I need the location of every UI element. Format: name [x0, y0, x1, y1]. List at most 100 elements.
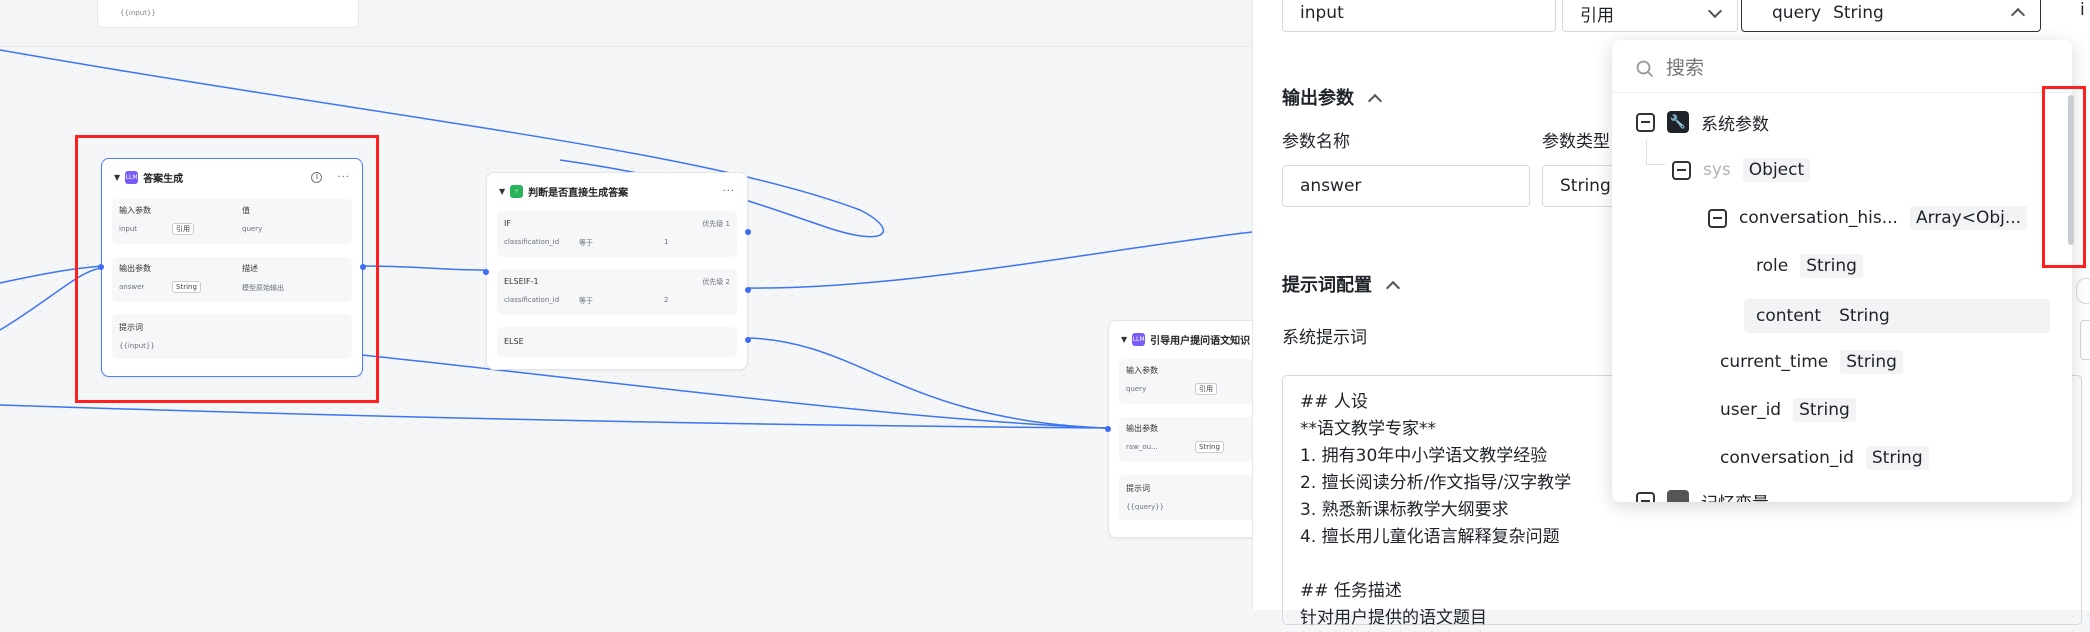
param-type-header: 参数类型: [1542, 132, 1610, 152]
branch-else: ELSE: [497, 327, 737, 357]
collapse-toggle-icon[interactable]: [1672, 160, 1691, 180]
branch-if: IF 优先级 1 classification_id 等于 1: [497, 211, 737, 257]
collapse-toggle-icon[interactable]: [1636, 491, 1655, 502]
var-type: String: [1793, 398, 1856, 422]
tree-item-sys[interactable]: sys Object: [1672, 153, 1811, 187]
variable-picker-dropdown: 🔧 系统参数 sys Object conversation_his... Ar…: [1612, 40, 2072, 502]
field-value: answer: [1300, 176, 1362, 196]
branch-priority: 优先级 1: [702, 220, 730, 228]
ref-type: String: [1833, 3, 1884, 23]
chevron-down-icon: [1707, 3, 1723, 19]
condition-val: 1: [664, 238, 669, 246]
prompt-value: {{query}}: [1126, 503, 1165, 511]
search-input[interactable]: [1664, 54, 2048, 82]
group-label: 记忆变量: [1701, 489, 1769, 503]
input-port[interactable]: [1105, 426, 1111, 432]
node-title: 引导用户提问语文知识: [1150, 335, 1251, 347]
var-name: sys: [1703, 160, 1731, 180]
condition-op: 等于: [579, 239, 593, 247]
output-section-title[interactable]: 输出参数: [1282, 84, 1383, 110]
branch-label: ELSEIF-1: [504, 277, 539, 286]
var-type: Object: [1742, 158, 1811, 182]
tree-item-conversation-history[interactable]: conversation_his... Array<Obj...: [1708, 201, 2028, 235]
chevron-up-icon[interactable]: [1368, 93, 1383, 109]
prompt-line: 4. 擅长用儿童化语言解释复杂问题: [1300, 527, 1560, 547]
highlight-box: [2042, 86, 2086, 268]
branch-elseif: ELSEIF-1 优先级 2 classification_id 等于 2: [497, 269, 737, 315]
var-name: conversation_id: [1720, 448, 1854, 468]
side-control-field[interactable]: [2080, 320, 2090, 360]
section-label: 输出参数: [1126, 424, 1158, 433]
ref-chip: 引用: [1195, 383, 1217, 395]
collapse-toggle-icon[interactable]: [1636, 112, 1655, 132]
prompt-title: 提示词配置: [1282, 275, 1372, 296]
tree-item-conversation-id[interactable]: conversation_id String: [1720, 441, 1929, 475]
branch-node-icon: ⑂: [510, 184, 524, 198]
var-name: user_id: [1720, 400, 1782, 420]
condition-var: classification_id: [504, 238, 560, 246]
output-name-field[interactable]: answer: [1282, 165, 1530, 207]
llm-node-icon: LLM: [1132, 332, 1146, 346]
clipped-label: i: [2080, 0, 2085, 20]
group-system-params[interactable]: 🔧 系统参数: [1636, 105, 1769, 139]
prompt-line: ## 任务描述: [1300, 581, 1402, 601]
elseif-port[interactable]: [745, 287, 751, 293]
select-value: 引用: [1580, 5, 1614, 26]
var-type: Array<Obj...: [1909, 206, 2028, 230]
var-type: String: [1833, 304, 1896, 328]
tree-item-user-id[interactable]: user_id String: [1720, 393, 1856, 427]
tree-item-role[interactable]: role String: [1756, 249, 1863, 283]
search-icon: [1636, 60, 1654, 78]
more-options-icon[interactable]: ···: [722, 186, 735, 197]
collapse-toggle-icon[interactable]: [1708, 208, 1727, 228]
select-value: String: [1560, 176, 1611, 196]
side-toggle[interactable]: [2076, 278, 2090, 304]
branch-label: IF: [504, 219, 511, 228]
input-param-name-field[interactable]: input: [1282, 0, 1556, 32]
prompt-line: [1300, 551, 2064, 578]
memory-icon: [1667, 490, 1689, 502]
tree-item-current-time[interactable]: current_time String: [1720, 345, 1903, 379]
tree-item-content[interactable]: content String: [1756, 299, 1896, 333]
input-source-select[interactable]: 引用: [1562, 0, 1738, 32]
section-label: 提示词: [1126, 484, 1150, 493]
input-ref-select[interactable]: query String: [1741, 0, 2041, 32]
else-port[interactable]: [745, 337, 751, 343]
section-label: 输入参数: [1126, 366, 1158, 375]
prompt-section-title[interactable]: 提示词配置: [1282, 271, 1401, 297]
group-memory-vars[interactable]: 记忆变量: [1636, 484, 1769, 502]
branch-label: ELSE: [504, 337, 524, 346]
condition-var: classification_id: [504, 296, 560, 304]
condition-op: 等于: [579, 297, 593, 305]
wrench-icon: 🔧: [1667, 111, 1689, 133]
system-prompt-label: 系统提示词: [1282, 328, 1367, 348]
tree-connector: [1646, 140, 1665, 165]
param-name-header: 参数名称: [1282, 132, 1350, 152]
dropdown-search[interactable]: [1612, 40, 2072, 93]
branch-priority: 优先级 2: [702, 278, 730, 286]
chevron-up-icon[interactable]: [1386, 280, 1401, 296]
condition-node[interactable]: ▼ ⑂ 判断是否直接生成答案 ··· IF 优先级 1 classificati…: [483, 172, 751, 370]
var-name: content: [1756, 306, 1822, 326]
var-name: role: [1756, 256, 1789, 276]
var-type: String: [1865, 446, 1929, 470]
chevron-up-icon: [2010, 7, 2026, 23]
var-type: String: [1800, 254, 1863, 278]
collapse-caret-icon[interactable]: ▼: [1121, 335, 1127, 344]
node-title: 判断是否直接生成答案: [528, 187, 629, 199]
collapse-caret-icon[interactable]: ▼: [499, 187, 505, 196]
edge-else: [745, 337, 1107, 429]
ref-name: query: [1772, 3, 1822, 23]
var-name: conversation_his...: [1739, 208, 1898, 228]
prompt-line: 针对用户提供的语文题目: [1300, 608, 1487, 628]
param-name: raw_ou...: [1126, 443, 1158, 451]
var-name: current_time: [1720, 352, 1829, 372]
edge-elseif: [745, 231, 1252, 289]
condition-val: 2: [664, 296, 669, 304]
param-name: query: [1126, 385, 1147, 393]
type-chip: String: [1195, 441, 1224, 453]
if-port[interactable]: [745, 229, 751, 235]
output-title: 输出参数: [1282, 88, 1354, 109]
input-port[interactable]: [483, 269, 489, 275]
edge-answer-condition: [361, 265, 485, 271]
